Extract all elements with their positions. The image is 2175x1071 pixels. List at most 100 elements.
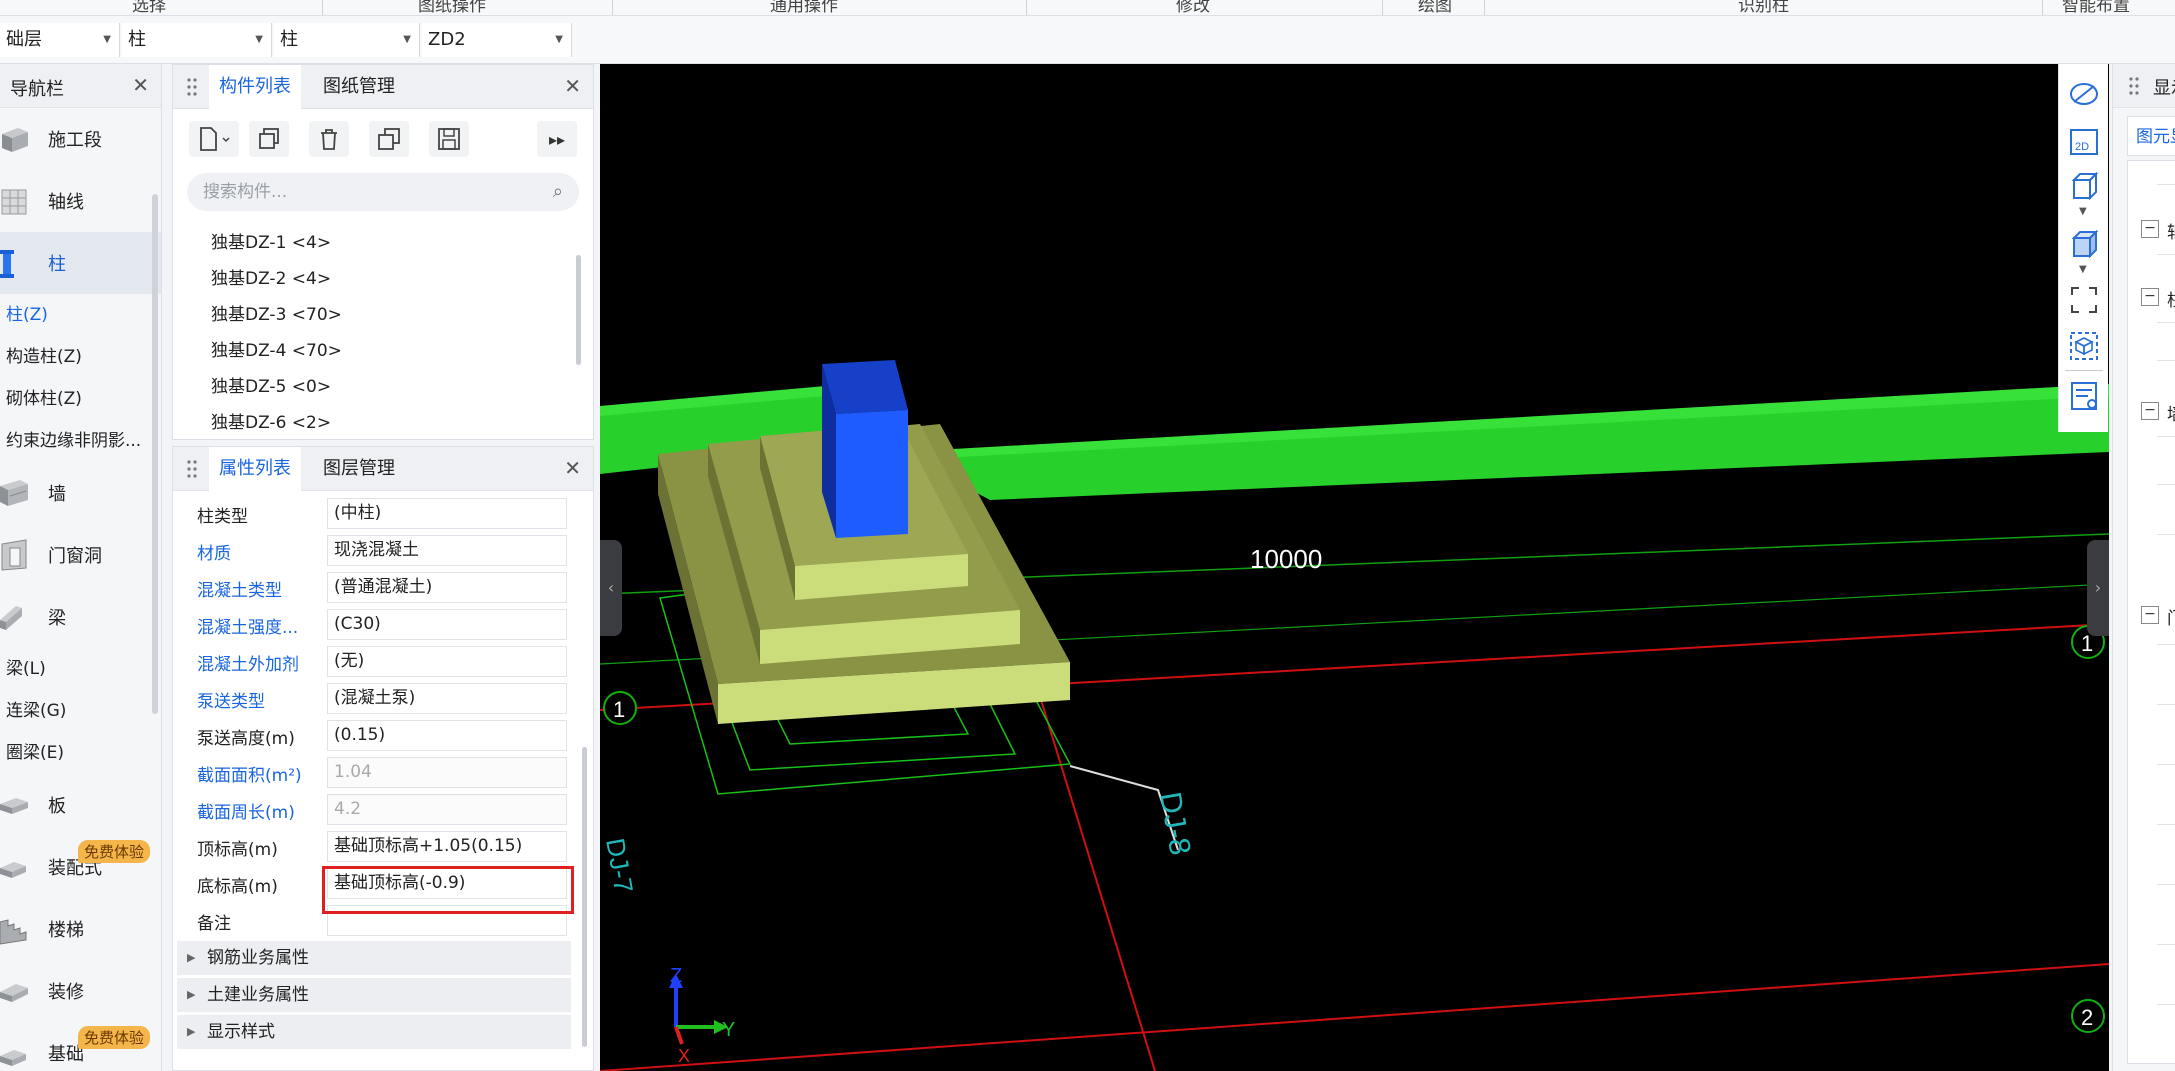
list-item[interactable]: 独基DZ-1 <4> (173, 225, 573, 261)
chevron-down-icon[interactable]: ▼ (2079, 264, 2087, 275)
nav-subitem-beam-l[interactable]: 梁(L) (0, 648, 161, 690)
nav-item-door-window[interactable]: 门窗洞 (0, 524, 161, 586)
more-tools-button[interactable]: ▸▸ (537, 121, 577, 157)
property-value-field[interactable]: (混凝土泵) (327, 683, 567, 714)
nav-subitem-masonry-column[interactable]: 砌体柱(Z) (0, 378, 161, 420)
property-value-field[interactable]: 基础顶标高+1.05(0.15) (327, 831, 567, 862)
close-icon[interactable]: ✕ (564, 456, 581, 480)
axis-grid-icon (1, 189, 27, 215)
component-search-input[interactable]: 搜索构件... ⌕ (187, 173, 579, 211)
group-rebar-properties[interactable]: ▶ 钢筋业务属性 (177, 941, 571, 975)
display-settings-panel: 显示设置 图元显示 − 轴 − 柱 − 墙 − 门 (2112, 64, 2175, 1071)
nav-subitem-coupling-beam[interactable]: 连梁(G) (0, 690, 161, 732)
component-panel-tabs: 构件列表 图纸管理 ✕ (173, 65, 593, 109)
nav-item-prefab[interactable]: 装配式 免费体验 (0, 836, 161, 898)
property-value-field[interactable]: (普通混凝土) (327, 572, 567, 603)
drag-handle-icon[interactable] (187, 77, 197, 97)
collapse-icon[interactable]: − (2141, 288, 2159, 306)
3d-scene[interactable]: 10000 DJ-8 DJ-7 1 1 2 Z Y X (600, 64, 2109, 1071)
nav-item-slab[interactable]: 板 (0, 774, 161, 836)
property-value-field[interactable]: 现浇混凝土 (327, 535, 567, 566)
group-civil-properties[interactable]: ▶ 土建业务属性 (177, 978, 571, 1012)
nav-subitem-column-z[interactable]: 柱(Z) (0, 294, 161, 336)
nav-item-column[interactable]: 柱 (0, 232, 161, 294)
3d-viewport[interactable]: 10000 DJ-8 DJ-7 1 1 2 Z Y X ‹ › (600, 64, 2109, 1071)
property-value-field[interactable]: (中柱) (327, 498, 567, 529)
column-front[interactable] (836, 410, 908, 538)
property-name: 截面面积(m²) (197, 766, 302, 786)
copy-component-button[interactable] (249, 121, 289, 157)
ribbon-group-general-ops[interactable]: 通用操作 (770, 0, 838, 15)
list-item[interactable]: 独基DZ-2 <4> (173, 261, 573, 297)
collapse-right-handle[interactable]: › (2087, 540, 2109, 636)
tab-element-display[interactable]: 图元显示 (2127, 116, 2175, 156)
component-select[interactable]: ZD2 ▼ (422, 23, 572, 57)
property-value-field[interactable]: (C30) (327, 609, 567, 640)
ribbon-group-modify[interactable]: 修改 (1176, 0, 1210, 15)
chevron-down-icon[interactable]: ▼ (2079, 206, 2087, 217)
floor-select[interactable]: 础层 ▼ (0, 23, 120, 57)
list-item[interactable]: 独基DZ-6 <2> (173, 405, 573, 441)
ribbon-group-draw[interactable]: 绘图 (1418, 0, 1452, 15)
nav-subitem-ring-beam[interactable]: 圈梁(E) (0, 732, 161, 774)
cube-view-icon[interactable] (2068, 170, 2100, 202)
ribbon-group-smart-layout[interactable]: 智能布置 (2062, 0, 2130, 15)
component-select-value: ZD2 (428, 29, 466, 50)
list-item[interactable]: 独基DZ-4 <70> (173, 333, 573, 369)
collapse-left-handle[interactable]: ‹ (600, 540, 622, 636)
beam-icon (0, 606, 22, 630)
2d-view-icon[interactable]: 2D (2068, 126, 2100, 158)
slab-icon (0, 798, 28, 814)
tab-drawing-management[interactable]: 图纸管理 (313, 65, 405, 109)
group-display-style[interactable]: ▶ 显示样式 (177, 1015, 571, 1049)
close-icon[interactable]: ✕ (564, 74, 581, 98)
display-settings-icon[interactable] (2068, 380, 2100, 412)
nav-item-decoration[interactable]: 装修 (0, 960, 161, 1022)
type-select[interactable]: 柱 ▼ (274, 23, 420, 57)
property-value-field[interactable]: (0.15) (327, 720, 567, 751)
ribbon-group-recognize-column[interactable]: 识别柱 (1738, 0, 1789, 15)
search-icon[interactable]: ⌕ (553, 173, 563, 211)
copy-to-floor-button[interactable] (369, 121, 409, 157)
close-icon[interactable]: ✕ (132, 73, 149, 97)
list-item[interactable]: 独基DZ-5 <0> (173, 369, 573, 405)
nav-subitem-constraint-edge[interactable]: 约束边缘非阴影... (0, 420, 161, 462)
collapse-icon[interactable]: − (2141, 606, 2159, 624)
category-select[interactable]: 柱 ▼ (122, 23, 272, 57)
fit-view-icon[interactable] (2068, 284, 2100, 316)
tab-layer-management[interactable]: 图层管理 (313, 447, 405, 491)
new-component-button[interactable] (189, 121, 239, 157)
component-list-panel: 构件列表 图纸管理 ✕ ▸▸ 搜索构件... ⌕ 独基DZ-1 <4> 独基DZ… (172, 64, 594, 440)
orbit-icon[interactable] (2068, 78, 2100, 110)
nav-item-segment[interactable]: 施工段 (0, 108, 161, 170)
segment-icon (2, 128, 28, 152)
foundation-icon (0, 1050, 26, 1066)
nav-item-foundation[interactable]: 基础 免费体验 (0, 1022, 161, 1071)
shaded-cube-icon[interactable] (2068, 228, 2100, 260)
drag-handle-icon[interactable] (187, 459, 197, 479)
delete-component-button[interactable] (309, 121, 349, 157)
tab-property-list[interactable]: 属性列表 (209, 447, 301, 491)
nav-item-stair[interactable]: 楼梯 (0, 898, 161, 960)
column-icon (0, 250, 14, 278)
nav-item-axis[interactable]: 轴线 (0, 170, 161, 232)
save-template-button[interactable] (429, 121, 469, 157)
nav-scrollbar[interactable] (152, 194, 158, 714)
list-item[interactable]: 独基DZ-3 <70> (173, 297, 573, 333)
navigation-panel: 导航栏 ✕ 施工段 轴线 柱 柱(Z) 构造柱(Z) 砌体柱(Z) 约束边缘非阴… (0, 64, 162, 1071)
wall-icon (0, 480, 28, 506)
component-list-scrollbar[interactable] (576, 255, 581, 365)
nav-subitem-constructional-column[interactable]: 构造柱(Z) (0, 336, 161, 378)
nav-item-wall[interactable]: 墙 (0, 462, 161, 524)
drag-handle-icon[interactable] (2129, 76, 2139, 96)
property-value-field[interactable]: (无) (327, 646, 567, 677)
select-box-icon[interactable] (2068, 330, 2100, 362)
ribbon-group-select[interactable]: 选择 (132, 0, 166, 15)
floor-select-value: 础层 (6, 29, 42, 50)
collapse-icon[interactable]: − (2141, 402, 2159, 420)
tab-component-list[interactable]: 构件列表 (209, 65, 301, 109)
nav-item-beam[interactable]: 梁 (0, 586, 161, 648)
property-scrollbar[interactable] (582, 747, 587, 1047)
ribbon-group-drawing-ops[interactable]: 图纸操作 (418, 0, 486, 15)
collapse-icon[interactable]: − (2141, 220, 2159, 238)
